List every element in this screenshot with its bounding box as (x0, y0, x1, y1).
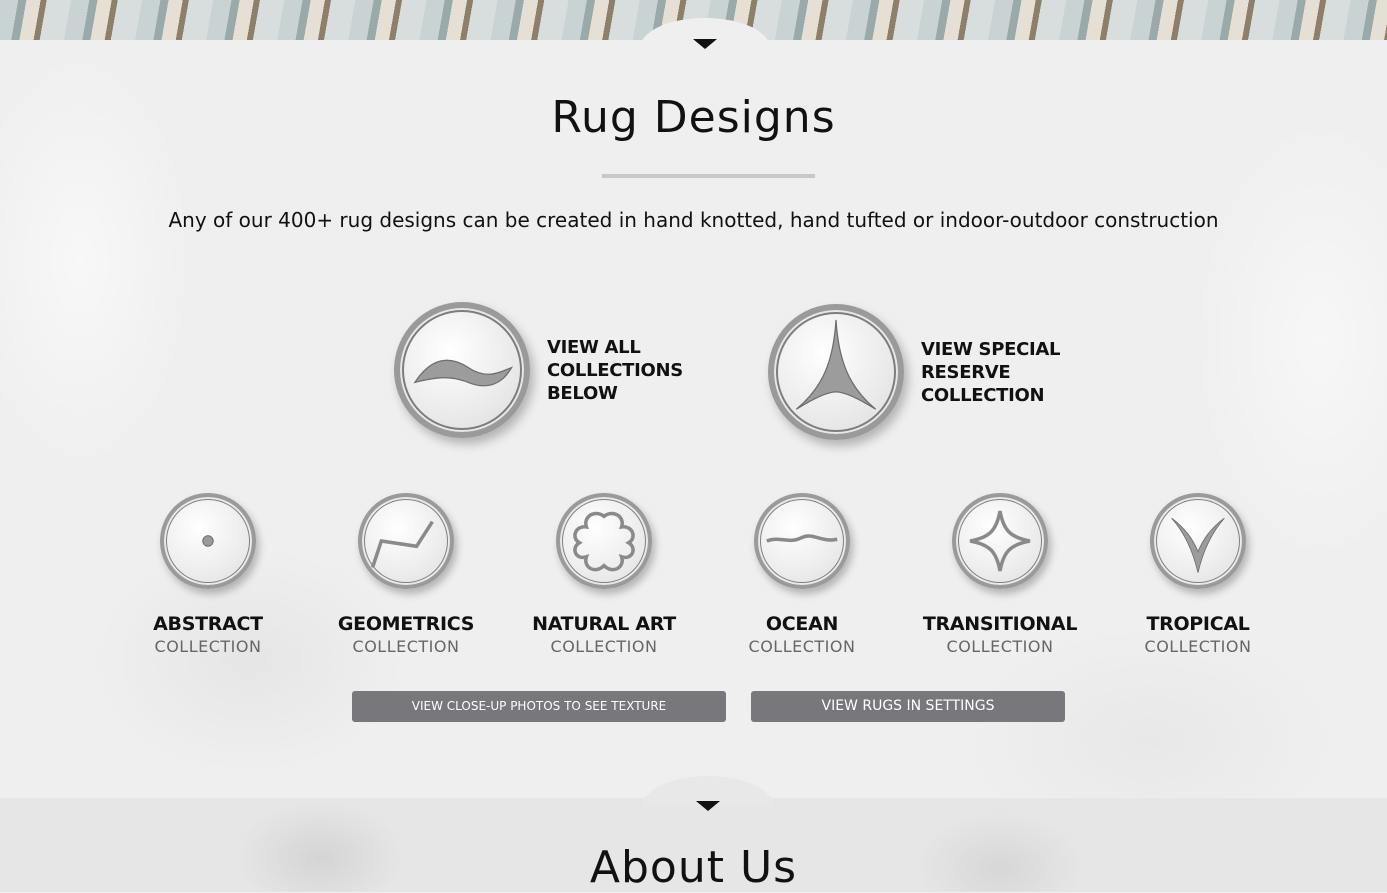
view-all-collections-link[interactable]: VIEW ALL COLLECTIONS BELOW (394, 302, 697, 438)
collection-ocean[interactable]: OCEAN COLLECTION (712, 493, 892, 656)
collection-name: TRANSITIONAL (922, 613, 1078, 635)
star-point-icon (768, 304, 904, 440)
view-close-up-photos-button[interactable]: VIEW CLOSE-UP PHOTOS TO SEE TEXTURE (352, 691, 726, 722)
collection-geometrics[interactable]: GEOMETRICS COLLECTION (316, 493, 496, 656)
collection-name: NATURAL ART (532, 613, 676, 635)
collection-abstract[interactable]: ABSTRACT COLLECTION (118, 493, 298, 656)
collection-tropical[interactable]: TROPICAL COLLECTION (1108, 493, 1288, 656)
collection-sub: COLLECTION (154, 637, 262, 656)
chevron-down-icon[interactable] (696, 801, 720, 811)
collection-name: ABSTRACT (153, 613, 263, 635)
wave-icon (394, 302, 530, 438)
page-title: Rug Designs (551, 92, 836, 143)
chevron-down-icon[interactable] (693, 39, 717, 49)
collection-name: GEOMETRICS (337, 613, 475, 635)
quatrefoil-icon (556, 493, 652, 589)
dot-icon (160, 493, 256, 589)
collection-sub: COLLECTION (550, 637, 658, 656)
view-special-reserve-link[interactable]: VIEW SPECIAL RESERVE COLLECTION (768, 304, 1071, 440)
zigzag-icon (358, 493, 454, 589)
collection-sub: COLLECTION (1144, 637, 1252, 656)
collection-sub: COLLECTION (946, 637, 1054, 656)
collection-name: TROPICAL (1146, 613, 1250, 635)
view-rugs-in-settings-button[interactable]: VIEW RUGS IN SETTINGS (751, 691, 1065, 722)
collection-natural-art[interactable]: NATURAL ART COLLECTION (514, 493, 694, 656)
section-subtitle: Any of our 400+ rug designs can be creat… (168, 208, 1219, 232)
collections-row: ABSTRACT COLLECTION GEOMETRICS COLLECTIO… (0, 493, 1387, 663)
collection-sub: COLLECTION (748, 637, 856, 656)
leaf-v-icon (1150, 493, 1246, 589)
four-point-star-icon (952, 493, 1048, 589)
collection-sub: COLLECTION (352, 637, 460, 656)
collection-name: OCEAN (765, 613, 839, 635)
about-us-title: About Us (589, 842, 798, 893)
feature-label: VIEW SPECIAL RESERVE COLLECTION (921, 338, 1061, 406)
collection-transitional[interactable]: TRANSITIONAL COLLECTION (910, 493, 1090, 656)
wave-line-icon (754, 493, 850, 589)
feature-label: VIEW ALL COLLECTIONS BELOW (547, 336, 683, 404)
title-divider (602, 174, 815, 178)
